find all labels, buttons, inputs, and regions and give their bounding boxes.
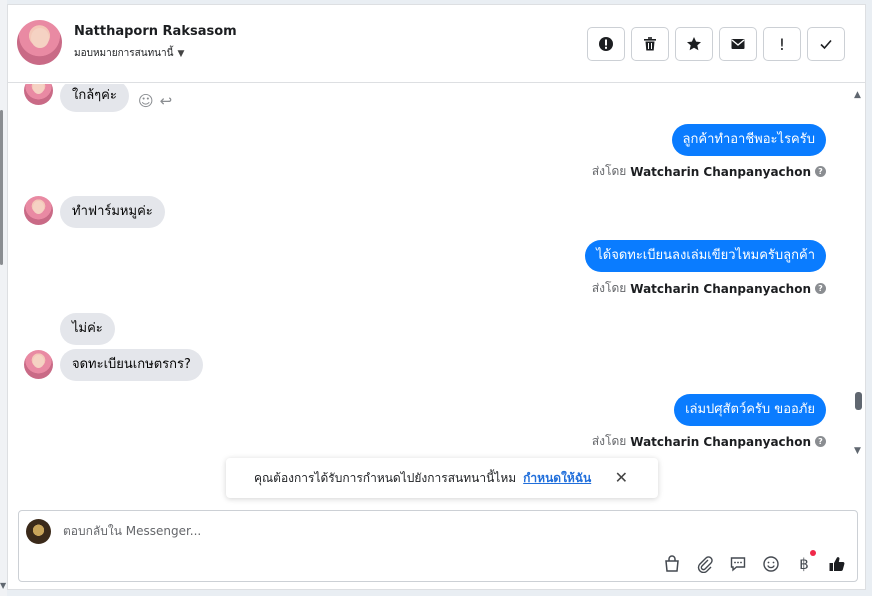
left-scrollbar-thumb[interactable] <box>0 110 3 265</box>
thumbs-up-icon[interactable] <box>827 554 847 574</box>
exclamation-icon: ! <box>778 34 786 54</box>
thread-scrollbar[interactable]: ▲ ▼ <box>851 84 865 456</box>
react-emoji-icon[interactable]: ☺ <box>138 92 154 110</box>
spam-icon <box>599 37 613 51</box>
reply-composer: ฿ <box>18 510 858 582</box>
sender-name: Watcharin Chanpanyachon <box>630 434 811 449</box>
scroll-up-icon[interactable]: ▲ <box>854 90 861 100</box>
notification-dot <box>810 550 816 556</box>
assign-conversation-dropdown[interactable]: มอบหมายการสนทนานี้ ▼ <box>74 46 184 61</box>
check-icon <box>820 39 832 50</box>
contact-avatar-small <box>24 84 53 105</box>
contact-avatar-small <box>24 350 53 379</box>
mark-unread-button[interactable] <box>719 27 757 61</box>
star-button[interactable] <box>675 27 713 61</box>
sent-by-line: ส่งโดย Watcharin Chanpanyachon ? <box>592 432 826 451</box>
bag-icon[interactable] <box>662 554 682 574</box>
mark-spam-button[interactable] <box>587 27 625 61</box>
incoming-message[interactable]: ใกล้ๆค่ะ <box>60 84 129 112</box>
conversation-header: Natthaporn Raksasom มอบหมายการสนทนานี้ ▼… <box>8 5 865 83</box>
help-icon[interactable]: ? <box>815 283 826 294</box>
reply-icon[interactable]: ↩ <box>160 92 173 110</box>
scrollbar-thumb[interactable] <box>855 392 862 410</box>
contact-name[interactable]: Natthaporn Raksasom <box>74 24 237 39</box>
outgoing-message[interactable]: ได้จดทะเบียนลงเล่มเขียวไหมครับลูกค้า <box>585 240 826 272</box>
paperclip-icon[interactable] <box>695 554 715 574</box>
follow-up-button[interactable]: ! <box>763 27 801 61</box>
incoming-message[interactable]: จดทะเบียนเกษตรกร? <box>60 349 203 381</box>
star-icon <box>687 37 701 51</box>
help-icon[interactable]: ? <box>815 436 826 447</box>
message-thread: ใกล้ๆค่ะ ☺ ↩ ลูกค้าทำอาชีพอะไรครับ ส่งโด… <box>8 84 865 504</box>
message-tools: ☺ ↩ <box>138 92 172 110</box>
left-scroll-down-icon[interactable]: ▼ <box>0 581 6 590</box>
delete-button[interactable] <box>631 27 669 61</box>
incoming-message[interactable]: ทำฟาร์มหมูค่ะ <box>60 196 165 228</box>
sender-name: Watcharin Chanpanyachon <box>630 164 811 179</box>
scroll-down-icon[interactable]: ▼ <box>854 446 861 456</box>
envelope-icon <box>731 39 745 49</box>
page-avatar <box>26 519 51 544</box>
conversation-panel: Natthaporn Raksasom มอบหมายการสนทนานี้ ▼… <box>7 4 866 590</box>
sent-by-prefix: ส่งโดย <box>591 281 627 295</box>
saved-reply-icon[interactable] <box>728 554 748 574</box>
outgoing-message[interactable]: เล่มปศุสัตว์ครับ ขออภัย <box>674 394 826 426</box>
incoming-message[interactable]: ไม่ค่ะ <box>60 313 115 345</box>
assign-to-me-link[interactable]: กำหนดให้ฉัน <box>523 469 591 488</box>
mark-done-button[interactable] <box>807 27 845 61</box>
assign-notice-text: คุณต้องการได้รับการกำหนดไปยังการสนทนานี้… <box>254 470 517 485</box>
emoji-icon[interactable] <box>761 554 781 574</box>
contact-avatar[interactable] <box>17 20 62 65</box>
sent-by-prefix: ส่งโดย <box>591 164 627 178</box>
sent-by-line: ส่งโดย Watcharin Chanpanyachon ? <box>592 162 826 181</box>
assign-notice: คุณต้องการได้รับการกำหนดไปยังการสนทนานี้… <box>226 458 658 498</box>
sent-by-line: ส่งโดย Watcharin Chanpanyachon ? <box>592 279 826 298</box>
trash-icon <box>644 37 656 51</box>
composer-tools: ฿ <box>662 550 847 574</box>
assign-label: มอบหมายการสนทนานี้ <box>74 48 174 59</box>
reply-input[interactable] <box>63 521 663 541</box>
outgoing-message[interactable]: ลูกค้าทำอาชีพอะไรครับ <box>671 124 826 156</box>
contact-avatar-small <box>24 196 53 225</box>
help-icon[interactable]: ? <box>815 166 826 177</box>
header-actions: ! <box>587 27 845 61</box>
baht-icon[interactable]: ฿ <box>794 550 816 574</box>
sender-name: Watcharin Chanpanyachon <box>630 281 811 296</box>
left-scroll-strip: ▼ <box>0 0 7 596</box>
sent-by-prefix: ส่งโดย <box>591 434 627 448</box>
close-icon[interactable]: ✕ <box>615 468 628 487</box>
caret-down-icon: ▼ <box>177 48 185 59</box>
